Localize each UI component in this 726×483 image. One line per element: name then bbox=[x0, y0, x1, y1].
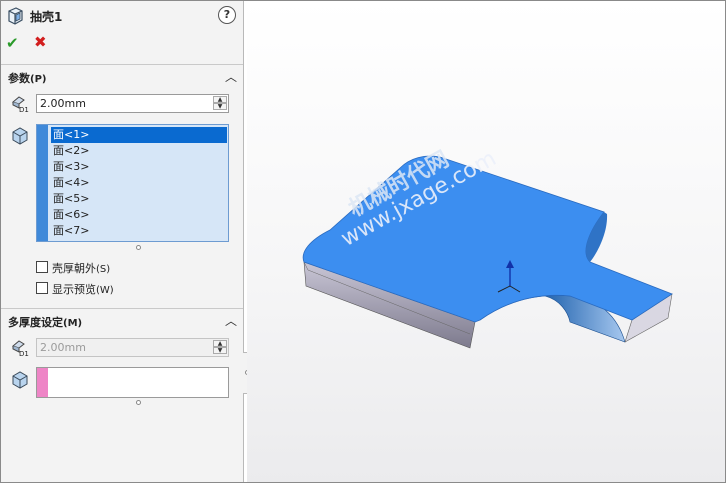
multi-thickness-header: 多厚度设定 bbox=[8, 316, 63, 329]
multi-list-color-bar bbox=[37, 368, 48, 397]
property-manager-panel: 抽壳1 ? ✔ ✖ 参数(P) ︿ D1 2.00mm ▲ ▼ 面<1> 面<2>… bbox=[0, 0, 244, 483]
shell-outward-key: (S) bbox=[96, 264, 111, 275]
shell-feature-icon bbox=[8, 7, 23, 25]
thickness-input[interactable]: 2.00mm ▲ ▼ bbox=[36, 94, 229, 113]
chevron-up-icon[interactable]: ︿ bbox=[225, 312, 237, 329]
face-list-item[interactable]: 面<5> bbox=[51, 191, 89, 207]
thickness-d1-icon: D1 bbox=[11, 96, 29, 114]
shell-model-view[interactable] bbox=[247, 0, 726, 483]
svg-text:D1: D1 bbox=[19, 350, 29, 358]
feature-title-row: 抽壳1 ? bbox=[6, 6, 238, 26]
shell-outward-label: 壳厚朝外 bbox=[52, 262, 96, 275]
list-resize-handle[interactable] bbox=[136, 245, 141, 250]
face-list-item[interactable]: 面<2> bbox=[51, 143, 89, 159]
multi-thickness-input[interactable]: 2.00mm ▲ ▼ bbox=[36, 338, 229, 357]
thickness-value: 2.00mm bbox=[40, 97, 86, 110]
parameters-section-header[interactable]: 参数(P) ︿ bbox=[0, 64, 243, 89]
feature-title: 抽壳1 bbox=[30, 10, 63, 24]
help-icon[interactable]: ? bbox=[218, 6, 236, 24]
shell-outward-checkbox[interactable] bbox=[36, 261, 48, 273]
multi-thickness-header-key: (M) bbox=[63, 318, 83, 329]
graphics-viewport[interactable]: 机械时代网 www.jxage.com bbox=[247, 0, 726, 483]
chevron-up-icon[interactable]: ︿ bbox=[225, 68, 237, 85]
spin-down-icon[interactable]: ▼ bbox=[213, 103, 227, 110]
multi-thickness-section-header[interactable]: 多厚度设定(M) ︿ bbox=[0, 308, 243, 333]
show-preview-label: 显示预览 bbox=[52, 283, 96, 296]
spin-up-icon[interactable]: ▲ bbox=[213, 96, 227, 103]
multi-thickness-faces-list[interactable] bbox=[36, 367, 229, 398]
face-list-item[interactable]: 面<1> bbox=[51, 127, 227, 143]
face-list-item[interactable]: 面<3> bbox=[51, 159, 89, 175]
faces-to-remove-list[interactable]: 面<1> 面<2> 面<3> 面<4> 面<5> 面<6> 面<7> bbox=[36, 124, 229, 242]
list-resize-handle[interactable] bbox=[136, 400, 141, 405]
faces-list-color-bar bbox=[37, 125, 48, 241]
ok-button[interactable]: ✔ bbox=[6, 34, 19, 52]
face-list-item[interactable]: 面<6> bbox=[51, 207, 89, 223]
cancel-button[interactable]: ✖ bbox=[34, 33, 47, 51]
faces-to-remove-icon bbox=[12, 127, 28, 145]
show-preview-checkbox[interactable] bbox=[36, 282, 48, 294]
multi-thickness-d1-icon: D1 bbox=[11, 340, 29, 358]
parameters-header: 参数 bbox=[8, 72, 30, 85]
show-preview-key: (W) bbox=[96, 285, 114, 296]
face-list-item[interactable]: 面<4> bbox=[51, 175, 89, 191]
multi-thickness-value: 2.00mm bbox=[40, 341, 86, 354]
spin-down-icon[interactable]: ▼ bbox=[213, 347, 227, 354]
parameters-header-key: (P) bbox=[30, 74, 47, 85]
spin-up-icon[interactable]: ▲ bbox=[213, 340, 227, 347]
svg-text:D1: D1 bbox=[19, 106, 29, 114]
face-list-item[interactable]: 面<7> bbox=[51, 223, 89, 239]
multi-thickness-faces-icon bbox=[12, 371, 28, 389]
